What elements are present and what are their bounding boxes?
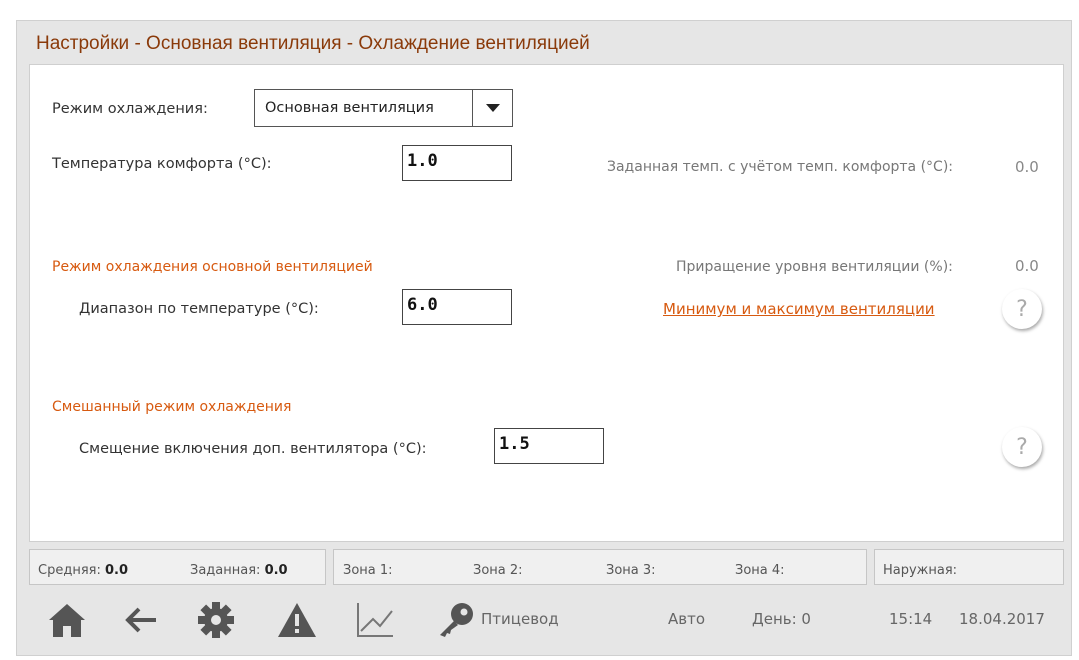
user-login-button[interactable] <box>436 600 476 640</box>
increment-label: Приращение уровня вентиляции (%): <box>676 259 953 275</box>
avg-temp: Средняя: 0.0 <box>38 563 128 578</box>
set-value: 0.0 <box>264 563 288 578</box>
comfort-temp-input[interactable]: 1.0 <box>402 145 512 181</box>
set-temp-status: Заданная: 0.0 <box>190 563 288 578</box>
outside-temp: Наружная: <box>883 563 958 578</box>
question-icon: ? <box>1016 296 1028 322</box>
cooling-mode-value: Основная вентиляция <box>265 100 434 116</box>
gear-icon <box>198 602 234 638</box>
cooling-mode-select[interactable]: Основная вентиляция <box>254 89 513 127</box>
back-arrow-icon <box>125 607 156 633</box>
chart-icon <box>357 603 393 637</box>
min-max-ventilation-link[interactable]: Минимум и максимум вентиляции <box>663 300 935 318</box>
fan-offset-label: Смещение включения доп. вентилятора (°C)… <box>79 441 427 457</box>
zone-4: Зона 4: <box>735 563 785 578</box>
zone-3: Зона 3: <box>606 563 656 578</box>
mixed-mode-heading: Смешанный режим охлаждения <box>52 399 292 415</box>
set-temp-value: 0.0 <box>1015 158 1039 176</box>
clock-time: 15:14 <box>889 610 933 628</box>
avg-value: 0.0 <box>104 563 129 578</box>
set-temp-label: Заданная темп. с учётом темп. комфорта (… <box>607 159 953 175</box>
clock-date: 18.04.2017 <box>959 610 1045 628</box>
home-button[interactable] <box>47 600 87 640</box>
alarms-button[interactable] <box>276 600 318 640</box>
avg-label: Средняя: <box>38 563 101 578</box>
zone-2: Зона 2: <box>473 563 523 578</box>
user-name: Птицевод <box>481 610 559 628</box>
graphs-button[interactable] <box>355 600 395 640</box>
zone-1: Зона 1: <box>343 563 393 578</box>
increment-value: 0.0 <box>1015 257 1039 275</box>
page-title: Настройки - Основная вентиляция - Охлажд… <box>36 33 590 54</box>
comfort-temp-label: Температура комфорта (°C): <box>52 156 272 172</box>
mode-status: Авто <box>668 610 706 628</box>
key-icon <box>440 603 473 637</box>
set-label: Заданная: <box>190 563 261 578</box>
warning-icon <box>278 603 316 637</box>
help-button-ventilation[interactable]: ? <box>1002 289 1042 329</box>
status-zones <box>333 549 867 585</box>
cooling-mode-label: Режим охлаждения: <box>52 101 208 117</box>
day-counter: День: 0 <box>752 610 811 628</box>
home-icon <box>49 604 85 637</box>
range-input[interactable]: 6.0 <box>402 289 512 325</box>
back-button[interactable] <box>124 600 158 640</box>
main-vent-heading: Режим охлаждения основной вентиляцией <box>52 259 373 275</box>
help-button-mixed[interactable]: ? <box>1002 427 1042 467</box>
question-icon: ? <box>1016 434 1028 460</box>
settings-button[interactable] <box>197 600 235 640</box>
chevron-down-icon <box>485 104 500 112</box>
range-label: Диапазон по температуре (°C): <box>79 301 319 317</box>
dropdown-button[interactable] <box>472 90 512 126</box>
fan-offset-input[interactable]: 1.5 <box>494 428 604 464</box>
